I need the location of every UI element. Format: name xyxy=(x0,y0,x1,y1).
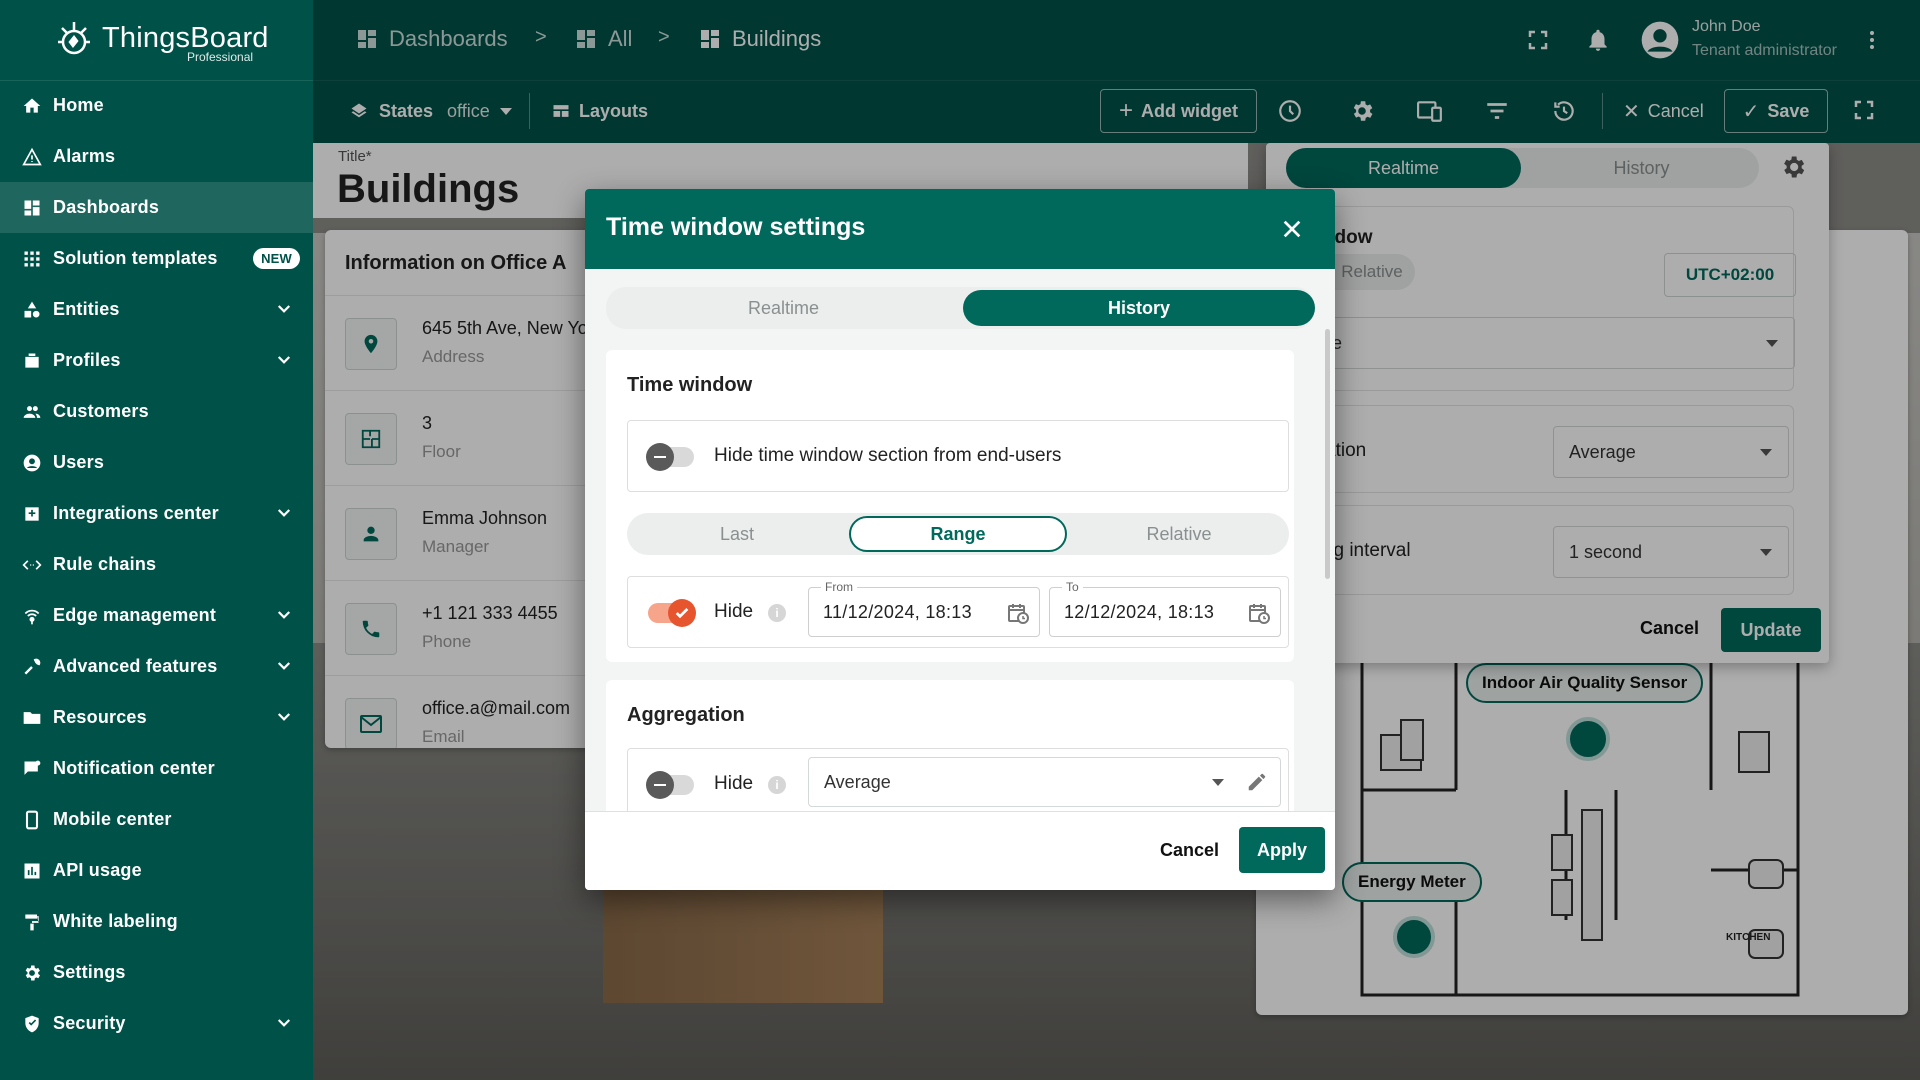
info-icon[interactable]: i xyxy=(768,776,786,794)
mode-last[interactable]: Last xyxy=(627,513,847,555)
aggregation-title: Aggregation xyxy=(627,704,745,726)
tab-history[interactable]: History xyxy=(963,290,1315,326)
from-label: From xyxy=(821,580,857,594)
dialog-title: Time window settings xyxy=(606,213,866,241)
from-datetime-field[interactable]: From 11/12/2024, 18:13 xyxy=(808,580,1040,637)
check-icon xyxy=(675,608,689,619)
hide-section-toggle[interactable] xyxy=(646,443,694,471)
time-window-settings-dialog: Time window settings Realtime History Ti… xyxy=(585,189,1335,890)
dialog-scrollbar[interactable] xyxy=(1325,329,1330,579)
aggregation-value: Average xyxy=(824,771,891,792)
to-datetime-field[interactable]: To 12/12/2024, 18:13 xyxy=(1049,580,1281,637)
aggregation-section: Aggregation Hide i Average xyxy=(606,680,1294,820)
hide-aggregation-label: Hide xyxy=(714,773,754,794)
calendar-clock-icon[interactable] xyxy=(1006,601,1030,625)
aggregation-row: Hide i Average xyxy=(627,748,1289,820)
toggle-knob xyxy=(646,443,674,471)
cancel-button[interactable]: Cancel xyxy=(1160,840,1219,861)
to-value: 12/12/2024, 18:13 xyxy=(1064,602,1215,622)
to-label: To xyxy=(1062,580,1083,594)
toggle-knob xyxy=(668,599,696,627)
from-value: 11/12/2024, 18:13 xyxy=(823,602,972,622)
hide-range-toggle[interactable] xyxy=(648,599,696,627)
dialog-body: Realtime History Time window Hide time w… xyxy=(585,269,1335,820)
toggle-knob xyxy=(646,771,674,799)
dialog-header: Time window settings xyxy=(585,189,1335,269)
sidebar-overlay-pass xyxy=(0,0,313,1080)
calendar-clock-icon[interactable] xyxy=(1247,601,1271,625)
time-window-title: Time window xyxy=(627,374,753,396)
info-icon[interactable]: i xyxy=(768,604,786,622)
hide-aggregation-toggle[interactable] xyxy=(646,771,694,799)
mode-relative[interactable]: Relative xyxy=(1069,513,1289,555)
aggregation-select[interactable]: Average xyxy=(808,757,1281,807)
caret-down-icon xyxy=(1212,779,1224,786)
dialog-footer: Cancel Apply xyxy=(585,811,1335,890)
close-icon[interactable] xyxy=(1281,218,1303,240)
hide-range-label: Hide xyxy=(714,601,754,622)
dialog-mode-tabs[interactable]: Realtime History xyxy=(606,287,1315,329)
time-mode-tabs[interactable]: Last Range Relative xyxy=(627,513,1289,555)
time-window-section: Time window Hide time window section fro… xyxy=(606,350,1294,662)
hide-section-label: Hide time window section from end-users xyxy=(714,445,1062,466)
edit-icon[interactable] xyxy=(1246,771,1268,793)
mode-range[interactable]: Range xyxy=(849,516,1067,552)
hide-section-row: Hide time window section from end-users xyxy=(627,420,1289,492)
apply-button[interactable]: Apply xyxy=(1239,827,1325,873)
tab-realtime[interactable]: Realtime xyxy=(606,287,961,329)
range-row: Hide i From 11/12/2024, 18:13 To 12/12/2… xyxy=(627,576,1289,648)
